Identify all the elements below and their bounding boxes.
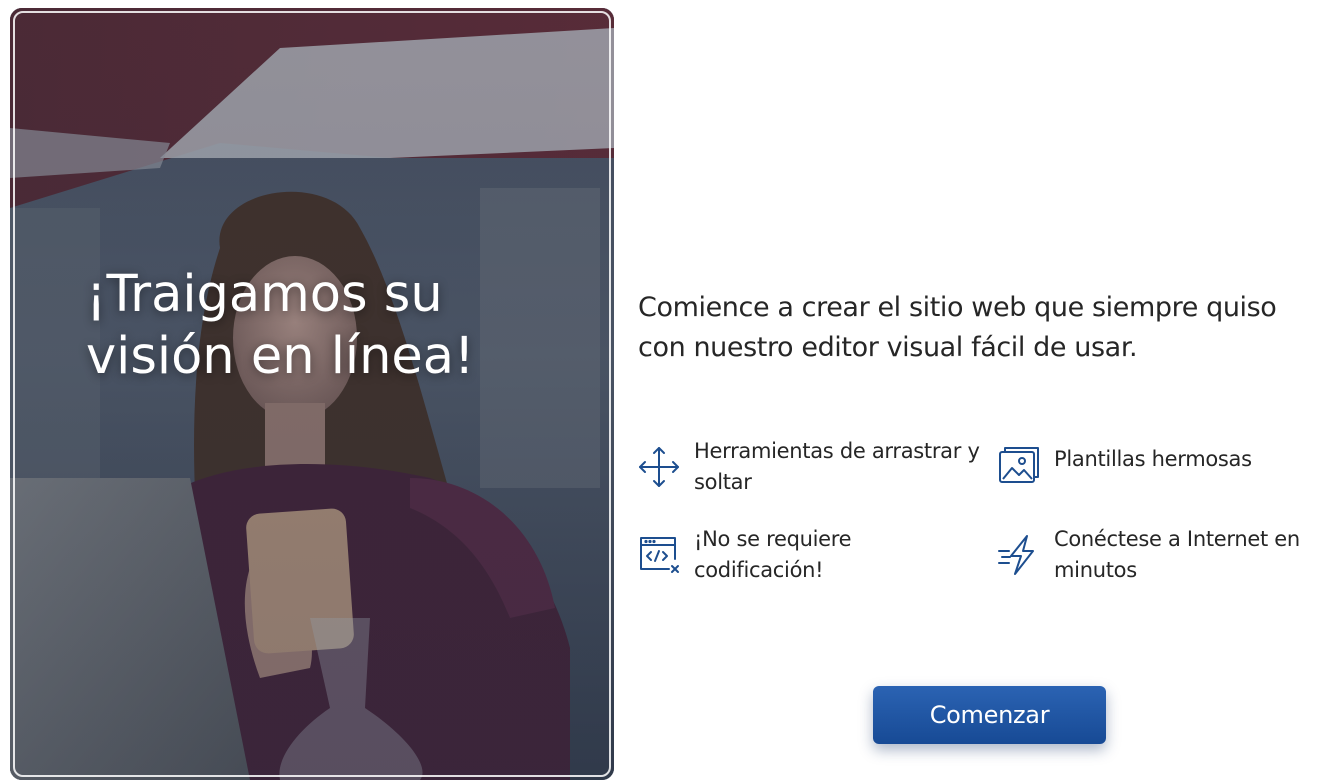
feature-label: ¡No se requiere codificación!: [694, 527, 852, 582]
get-started-button[interactable]: Comenzar: [873, 686, 1106, 744]
feature-label: Conéctese a Internet en minutos: [1054, 527, 1300, 582]
hero-photo: [10, 8, 614, 780]
move-arrows-icon: [636, 444, 682, 490]
hero-title-line1: ¡Traigamos su: [86, 265, 443, 324]
page: ¡Traigamos su visión en línea! Comience …: [0, 0, 1327, 784]
hero-image-card: ¡Traigamos su visión en línea!: [10, 8, 614, 780]
lightning-icon: [996, 532, 1042, 578]
intro-text: Comience a crear el sitio web que siempr…: [638, 292, 1277, 363]
hero-title-line2: visión en línea!: [86, 327, 475, 386]
feature-label: Plantillas hermosas: [1054, 447, 1252, 471]
feature-label: Herramientas de arrastrar y soltar: [694, 439, 980, 494]
feature-fast-launch: Conéctese a Internet en minutos: [996, 524, 1326, 586]
features-grid: Herramientas de arrastrar y soltar Plant…: [636, 436, 1326, 596]
feature-no-code: ¡No se requiere codificación!: [636, 524, 986, 586]
feature-drag-drop: Herramientas de arrastrar y soltar: [636, 436, 986, 498]
code-window-icon: [636, 532, 682, 578]
feature-templates: Plantillas hermosas: [996, 444, 1326, 488]
hero-title: ¡Traigamos su visión en línea!: [86, 264, 556, 388]
image-gallery-icon: [996, 442, 1042, 488]
